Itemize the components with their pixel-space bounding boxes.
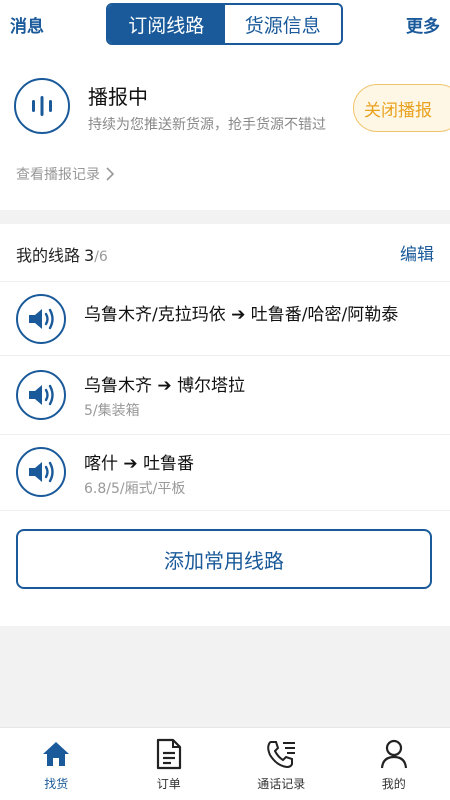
broadcast-subtitle: 持续为您推送新货源，抢手货源不错过 (88, 117, 326, 133)
speaker-icon[interactable] (16, 370, 66, 420)
bottom-tab-bar: 找货 订单 通话记录 我的 (0, 727, 450, 800)
add-route-button[interactable]: 添加常用线路 (16, 529, 432, 589)
route-item[interactable]: 乌鲁木齐/克拉玛依 ➔ 吐鲁番/哈密/阿勒泰 (0, 282, 450, 356)
close-broadcast-button[interactable]: 关闭播报 (353, 84, 450, 132)
tab-label: 我的 (381, 777, 406, 791)
speaker-icon[interactable] (16, 447, 66, 497)
top-nav-bar: 消息 订阅线路 货源信息 更多 (0, 0, 450, 52)
tab-call-log[interactable]: 通话记录 (225, 728, 338, 800)
chevron-right-icon (106, 167, 114, 181)
broadcast-status-title: 播报中 (88, 85, 148, 109)
my-routes-section: 我的线路 3/6 编辑 乌鲁木齐/克拉玛依 ➔ 吐鲁番/哈密/阿勒泰 乌鲁木齐 … (0, 224, 450, 626)
call-log-icon (264, 737, 298, 771)
edit-routes-button[interactable]: 编辑 (400, 240, 434, 265)
tab-profile[interactable]: 我的 (338, 728, 450, 800)
profile-icon (377, 737, 411, 771)
route-path: 乌鲁木齐 ➔ 博尔塔拉 (84, 371, 245, 396)
broadcast-panel: 播报中 持续为您推送新货源，抢手货源不错过 关闭播报 查看播报记录 (0, 52, 450, 210)
route-item[interactable]: 乌鲁木齐 ➔ 博尔塔拉 5/集装箱 (0, 356, 450, 435)
route-to: 博尔塔拉 (177, 376, 246, 396)
broadcast-icon (14, 78, 70, 134)
broadcast-record-link[interactable]: 查看播报记录 (16, 164, 114, 184)
route-path: 乌鲁木齐/克拉玛依 ➔ 吐鲁番/哈密/阿勒泰 (84, 300, 398, 325)
speaker-icon[interactable] (16, 294, 66, 344)
tab-cargo-info[interactable]: 货源信息 (224, 5, 341, 43)
routes-total: /6 (94, 249, 108, 265)
route-to: 吐鲁番/哈密/阿勒泰 (250, 305, 399, 325)
segment-control: 订阅线路 货源信息 (106, 3, 343, 45)
tab-find-cargo[interactable]: 找货 (0, 728, 113, 800)
broadcast-record-label: 查看播报记录 (16, 167, 100, 183)
route-from: 乌鲁木齐 (84, 376, 152, 396)
routes-count: 3 (84, 246, 95, 265)
more-button[interactable]: 更多 (406, 12, 440, 37)
arrow-right-icon: ➔ (157, 376, 172, 396)
tab-label: 通话记录 (257, 777, 306, 791)
messages-button[interactable]: 消息 (10, 12, 44, 37)
tab-label: 找货 (44, 777, 69, 791)
order-icon (152, 737, 186, 771)
route-from: 喀什 (84, 454, 118, 474)
routes-title-label: 我的线路 (16, 246, 81, 265)
tab-orders[interactable]: 订单 (113, 728, 226, 800)
home-icon (39, 737, 73, 771)
route-to: 吐鲁番 (143, 454, 195, 474)
routes-header: 我的线路 3/6 编辑 (0, 224, 450, 282)
route-from: 乌鲁木齐/克拉玛依 (84, 305, 226, 325)
tab-label: 订单 (156, 777, 181, 791)
tab-subscribed-routes[interactable]: 订阅线路 (108, 5, 225, 43)
route-detail: 5/集装箱 (84, 403, 140, 419)
route-detail: 6.8/5/厢式/平板 (84, 481, 186, 497)
arrow-right-icon: ➔ (123, 454, 138, 474)
route-path: 喀什 ➔ 吐鲁番 (84, 449, 194, 474)
routes-title: 我的线路 3/6 (16, 242, 108, 266)
route-item[interactable]: 喀什 ➔ 吐鲁番 6.8/5/厢式/平板 (0, 435, 450, 511)
arrow-right-icon: ➔ (231, 305, 246, 325)
